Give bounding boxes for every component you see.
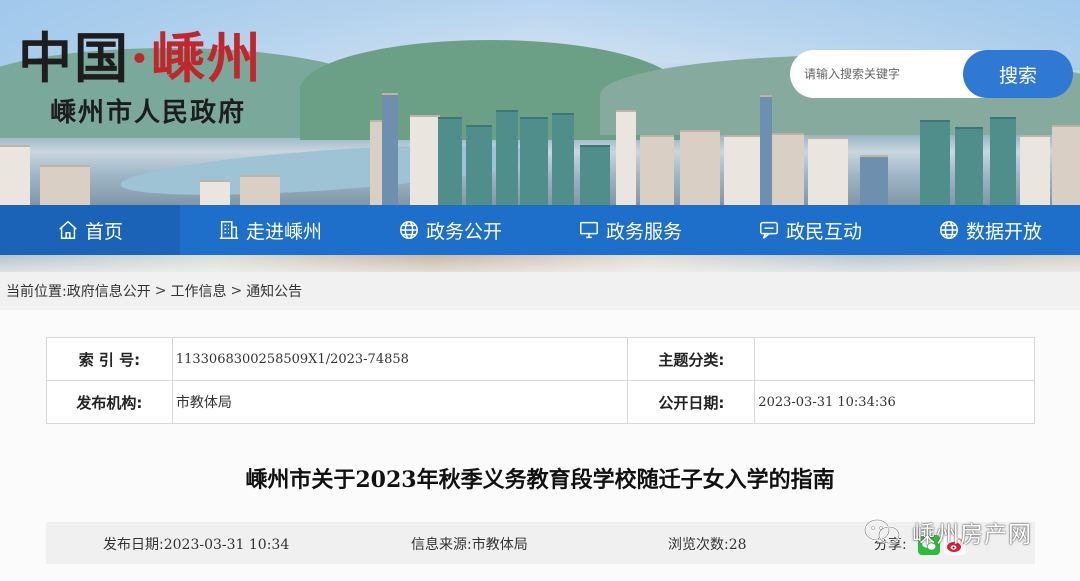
banner-building (955, 127, 983, 205)
publish-date-value: 2023-03-31 10:34 (163, 537, 290, 553)
banner-building (760, 95, 772, 205)
banner-building (580, 145, 610, 205)
info-source-value: 市教体局 (471, 537, 528, 553)
banner-building (410, 115, 440, 205)
view-count-label: 浏览次数: (668, 537, 729, 553)
nav-item-interaction[interactable]: 政民互动 (720, 205, 900, 255)
watermark: 嵊州房产网 (862, 515, 1032, 549)
search-box (790, 50, 990, 98)
view-count-value: 28 (728, 537, 747, 553)
nav-label: 政民互动 (785, 220, 862, 243)
topic-value (754, 337, 1035, 381)
banner-building (520, 117, 548, 205)
nav-item-about[interactable]: 走进嵊州 (180, 205, 360, 255)
publisher-value: 市教体局 (171, 380, 629, 424)
banner-building (860, 155, 888, 205)
index-number-label: 索 引 号: (46, 337, 173, 381)
banner-building (40, 165, 90, 205)
banner-building (1020, 135, 1050, 205)
publish-date-label: 发布日期: (103, 537, 164, 553)
building-icon (218, 219, 240, 241)
breadcrumb: 当前位置: 政府信息公开 > 工作信息 > 通知公告 (0, 272, 1080, 310)
home-icon (57, 219, 79, 241)
banner-building (382, 93, 398, 205)
topic-label: 主题分类: (627, 337, 756, 381)
article-title: 嵊州市关于2023年秋季义务教育段学校随迁子女入学的指南 (245, 467, 835, 493)
decorative-strip-fade (0, 255, 1080, 272)
banner-building (200, 180, 230, 205)
banner-building (680, 130, 720, 205)
banner-building (990, 117, 1016, 205)
open-date-value: 2023-03-31 10:34:36 (754, 380, 1035, 424)
breadcrumb-item[interactable]: 通知公告 (246, 281, 302, 301)
globe-icon (398, 219, 420, 241)
banner-building (496, 110, 518, 205)
banner-building (1052, 125, 1080, 205)
view-count: 浏览次数:28 (668, 534, 747, 554)
site-subtitle: 嵊州市人民政府 (50, 98, 247, 128)
info-source-label: 信息来源: (411, 537, 472, 553)
watermark-text: 嵊州房产网 (912, 522, 1032, 548)
nav-label: 走进嵊州 (245, 220, 322, 243)
header-banner: 中国·嵊州 嵊州市人民政府 搜索 (0, 0, 1080, 205)
banner-building (552, 113, 574, 205)
breadcrumb-item[interactable]: 政府信息公开 (67, 281, 151, 301)
logo-country: 中国 (18, 26, 130, 90)
logo-city: 嵊州 (150, 26, 263, 90)
publish-date: 发布日期:2023-03-31 10:34 (103, 534, 289, 554)
document-meta-table: 索 引 号: 1133068300258509X1/2023-74858 主题分… (46, 337, 1035, 424)
nav-label: 政务服务 (605, 220, 682, 243)
breadcrumb-separator: > (154, 283, 167, 299)
search-input[interactable] (804, 67, 974, 81)
wechat-official-account-icon (863, 518, 901, 545)
banner-building (616, 110, 636, 205)
open-date-label: 公开日期: (627, 380, 756, 424)
nav-label: 首页 (84, 220, 123, 243)
monitor-icon (578, 219, 600, 241)
info-source: 信息来源:市教体局 (411, 534, 528, 554)
banner-building (466, 125, 492, 205)
search-button[interactable]: 搜索 (963, 50, 1073, 98)
main-nav: 首页 走进嵊州 政务公开 政务服务 政民互动 数据开放 (0, 205, 1080, 255)
nav-item-home[interactable]: 首页 (0, 205, 180, 255)
publisher-label: 发布机构: (46, 380, 173, 424)
banner-building (640, 135, 674, 205)
banner-building (240, 175, 280, 205)
breadcrumb-separator: > (230, 283, 243, 299)
nav-item-open-data[interactable]: 数据开放 (900, 205, 1080, 255)
breadcrumb-prefix: 当前位置: (6, 284, 67, 300)
site-logo[interactable]: 中国·嵊州 (18, 28, 263, 88)
banner-building (438, 117, 462, 205)
nav-label: 政务公开 (425, 220, 502, 243)
banner-building (0, 145, 30, 205)
banner-building (808, 137, 848, 205)
table-row: 索 引 号: 1133068300258509X1/2023-74858 主题分… (46, 337, 1035, 381)
globe-icon (938, 219, 960, 241)
index-number-value: 1133068300258509X1/2023-74858 (171, 337, 629, 381)
chat-icon (758, 219, 780, 241)
banner-building (724, 135, 760, 205)
nav-item-gov-services[interactable]: 政务服务 (540, 205, 720, 255)
logo-dot: · (130, 26, 151, 90)
nav-label: 数据开放 (965, 220, 1042, 243)
nav-item-gov-affairs[interactable]: 政务公开 (360, 205, 540, 255)
banner-building (920, 120, 950, 205)
breadcrumb-item[interactable]: 工作信息 (170, 281, 226, 301)
table-row: 发布机构: 市教体局 公开日期: 2023-03-31 10:34:36 (46, 380, 1035, 424)
